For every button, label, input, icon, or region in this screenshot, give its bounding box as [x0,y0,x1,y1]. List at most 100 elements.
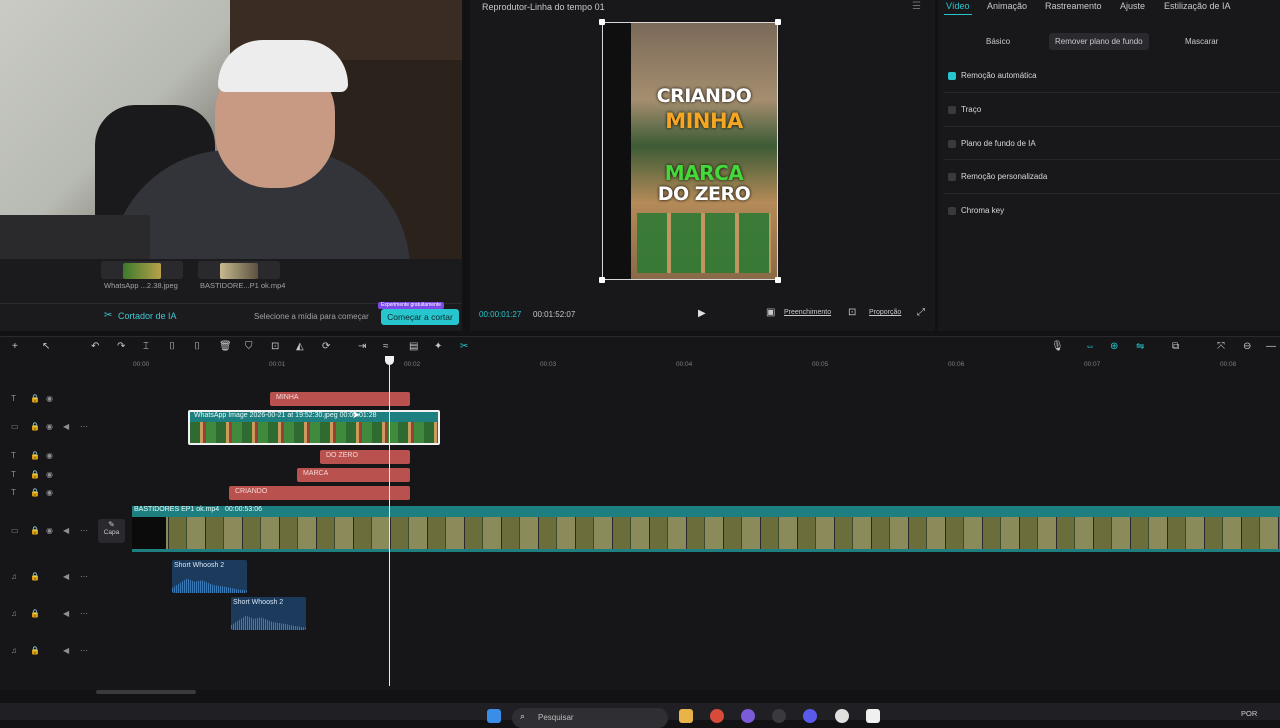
split-right-icon[interactable]: ⌷ [194,341,200,352]
video-preview[interactable]: CRIANDO MINHA MARCA DO ZERO [599,19,781,283]
curve-icon[interactable]: ≈ [383,341,389,352]
fill-icon[interactable]: ▣ [766,307,775,318]
tab-animation[interactable]: Animação [987,1,1027,11]
chrome-icon[interactable] [710,709,724,723]
audio-clip[interactable]: Short Whoosh 2 [172,560,247,593]
horizontal-scrollbar[interactable] [96,690,196,694]
magic-icon[interactable]: ✦ [434,341,442,352]
discord-icon[interactable] [741,709,755,723]
media-thumb-2[interactable] [198,261,280,279]
tab-video[interactable]: Vídeo [946,1,970,11]
eye-icon[interactable]: ◉ [46,422,53,431]
more-icon[interactable]: ⋯ [80,609,88,618]
play-icon[interactable]: ▶ [698,308,706,319]
snap-icon[interactable]: ⇋ [1136,341,1144,352]
redo-icon[interactable]: ↷ [117,341,125,352]
cover-button[interactable]: ✎ Capa [98,519,125,543]
checkbox[interactable] [948,173,956,181]
fill-button[interactable]: Preenchimento [784,309,831,316]
rotate-icon[interactable]: ⟳ [322,341,330,352]
start-cutting-button[interactable]: Começar a cortar [381,309,459,325]
windows-start-icon[interactable] [487,709,501,723]
playhead-handle[interactable] [385,356,394,365]
eye-icon[interactable]: ◉ [46,526,53,535]
more-icon[interactable]: ⋯ [80,526,88,535]
ratio-button[interactable]: Proporção [869,309,901,316]
language-indicator[interactable]: POR [1241,709,1257,718]
resize-handle[interactable] [775,19,781,25]
more-icon[interactable]: ⋯ [80,646,88,655]
app-icon[interactable] [803,709,817,723]
undo-icon[interactable]: ↶ [91,341,99,352]
lock-icon[interactable]: 🔒 [30,470,40,479]
main-video-clip[interactable]: BASTIDORES EP1 ok.mp4 00:00:53:06 [132,506,1280,552]
taskbar-search[interactable] [512,708,668,728]
caption-icon[interactable]: ▤ [409,341,418,352]
lock-icon[interactable]: 🔒 [30,609,40,618]
resize-handle[interactable] [599,19,605,25]
option-chroma-key[interactable]: Chroma key [944,193,1280,227]
zoom-out-icon[interactable]: ⊖ [1243,341,1251,352]
zoom-slider[interactable]: — [1266,341,1276,352]
split-left-icon[interactable]: ⌷ [169,341,175,352]
magnet-icon[interactable]: ⊕ [1110,341,1118,352]
speaker-icon[interactable]: ◀ [63,646,69,655]
lock-icon[interactable]: 🔒 [30,451,40,460]
time-ruler[interactable]: 00:00 00:01 00:02 00:03 00:04 00:05 00:0… [0,358,1280,372]
menu-icon[interactable]: ☰ [912,1,921,12]
option-ai-background[interactable]: Plano de fundo de IA [944,126,1280,160]
app-icon[interactable] [772,709,786,723]
option-stroke[interactable]: Traço [944,92,1280,126]
capcut-icon[interactable] [866,709,880,723]
subtab-basic[interactable]: Básico [980,33,1016,50]
app-icon[interactable] [835,709,849,723]
option-auto-removal[interactable]: Remoção automática [944,59,1280,93]
text-clip[interactable]: DO ZERO [320,450,410,464]
mirror-icon[interactable]: ◭ [296,341,304,352]
eye-icon[interactable]: ◉ [46,488,53,497]
speaker-icon[interactable]: ◀ [63,609,69,618]
option-custom-removal[interactable]: Remoção personalizada [944,159,1280,193]
microphone-icon[interactable]: 🎙 [1051,341,1064,352]
image-clip-selected[interactable]: WhatsApp Image 2026-00-21 at 19:52:30.jp… [188,410,440,445]
add-icon[interactable]: + [12,341,18,352]
text-clip[interactable]: CRIANDO [229,486,410,500]
checkbox[interactable] [948,207,956,215]
checkbox-checked[interactable] [948,72,956,80]
lock-icon[interactable]: 🔒 [30,526,40,535]
freeze-icon[interactable]: ⇥ [358,341,366,352]
crop-icon[interactable]: ⊡ [848,307,856,318]
more-icon[interactable]: ⋯ [80,422,88,431]
resize-handle[interactable] [599,277,605,283]
text-clip[interactable]: MARCA [297,468,410,482]
delete-icon[interactable]: 🗑 [219,341,232,352]
subtab-mask[interactable]: Mascarar [1179,33,1224,50]
tab-tracking[interactable]: Rastreamento [1045,1,1102,11]
fit-icon[interactable]: ⤧ [1217,341,1225,352]
shield-icon[interactable]: ⛉ [245,341,253,352]
lock-icon[interactable]: 🔒 [30,488,40,497]
preview-axis-icon[interactable]: ⧉ [1172,341,1179,352]
lock-icon[interactable]: 🔒 [30,422,40,431]
media-thumb-1[interactable] [101,261,183,279]
tab-adjust[interactable]: Ajuste [1120,1,1145,11]
ai-cutter-title[interactable]: Cortador de IA [118,311,177,321]
resize-handle[interactable] [775,277,781,283]
speaker-icon[interactable]: ◀ [63,572,69,581]
eye-icon[interactable]: ◉ [46,470,53,479]
select-tool-icon[interactable]: ↖ [42,341,50,352]
lock-icon[interactable]: 🔒 [30,394,40,403]
checkbox[interactable] [948,106,956,114]
speaker-icon[interactable]: ◀ [63,526,69,535]
lock-icon[interactable]: 🔒 [30,572,40,581]
speaker-icon[interactable]: ◀ [63,422,69,431]
subtab-remove-background[interactable]: Remover plano de fundo [1049,33,1149,50]
eye-icon[interactable]: ◉ [46,451,53,460]
lock-icon[interactable]: 🔒 [30,646,40,655]
audio-clip[interactable]: Short Whoosh 2 [231,597,306,630]
checkbox[interactable] [948,140,956,148]
folder-icon[interactable] [679,709,693,723]
more-icon[interactable]: ⋯ [80,572,88,581]
link-icon[interactable]: ⇔ [1085,341,1095,352]
fullscreen-icon[interactable]: ⤢ [917,307,925,318]
